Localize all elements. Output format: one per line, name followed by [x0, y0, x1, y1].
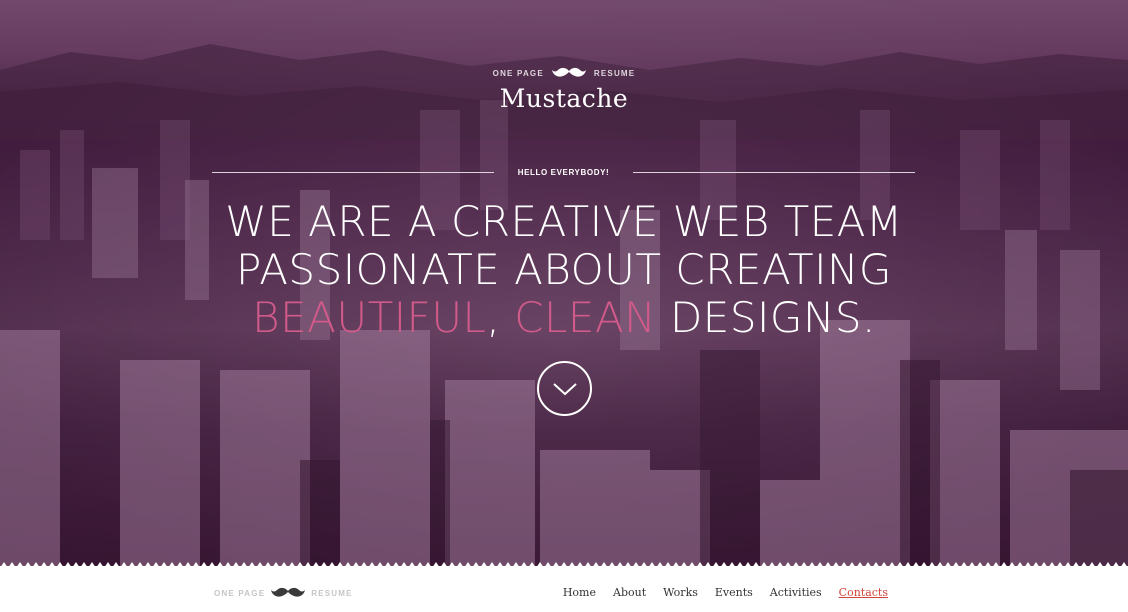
chevron-down-icon: [552, 382, 577, 395]
headline-word-beautiful: BEAUTIFUL: [252, 293, 487, 342]
menu-item-about[interactable]: About: [613, 586, 646, 599]
hero-headline: WE ARE A CREATIVE WEB TEAM PASSIONATE AB…: [0, 198, 1128, 342]
menu-item-works[interactable]: Works: [663, 586, 698, 599]
scroll-down-button[interactable]: [537, 361, 592, 416]
headline-line-1: WE ARE A CREATIVE WEB TEAM: [225, 197, 903, 246]
hello-line-right: [633, 171, 916, 173]
headline-word-clean: CLEAN: [514, 293, 657, 342]
main-menu: Home About Works Events Activities Conta…: [563, 586, 888, 599]
mustache-icon: [551, 67, 586, 77]
zigzag-divider: [1, 562, 1127, 566]
hero-section: ONE PAGE RESUME Mustache HELLO EVERYBODY…: [0, 0, 1128, 566]
hello-line-left: [212, 171, 494, 173]
hello-divider: HELLO EVERYBODY!: [212, 165, 916, 179]
headline-comma: ,: [486, 293, 501, 342]
brand-top-left: ONE PAGE: [492, 68, 544, 78]
menu-item-home[interactable]: Home: [563, 586, 596, 599]
mustache-icon: [271, 587, 306, 597]
menu-item-events[interactable]: Events: [715, 586, 753, 599]
nav-brand[interactable]: ONE PAGE RESUME: [214, 586, 353, 600]
brand-name: Mustache: [499, 84, 629, 113]
bottom-navbar: ONE PAGE RESUME Home About Works Events …: [0, 568, 1128, 612]
brand-top: ONE PAGE RESUME: [0, 66, 1128, 80]
nav-brand-right: RESUME: [311, 588, 353, 598]
headline-word-designs: DESIGNS.: [669, 293, 876, 342]
menu-item-activities[interactable]: Activities: [770, 586, 822, 599]
headline-line-2: PASSIONATE ABOUT CREATING: [236, 245, 892, 294]
headline-line-3: BEAUTIFUL, CLEAN DESIGNS.: [0, 294, 1128, 342]
brand-top-right: RESUME: [593, 68, 636, 78]
menu-item-contacts[interactable]: Contacts: [839, 586, 888, 599]
hello-text: HELLO EVERYBODY!: [517, 167, 610, 177]
nav-brand-left: ONE PAGE: [214, 588, 266, 598]
